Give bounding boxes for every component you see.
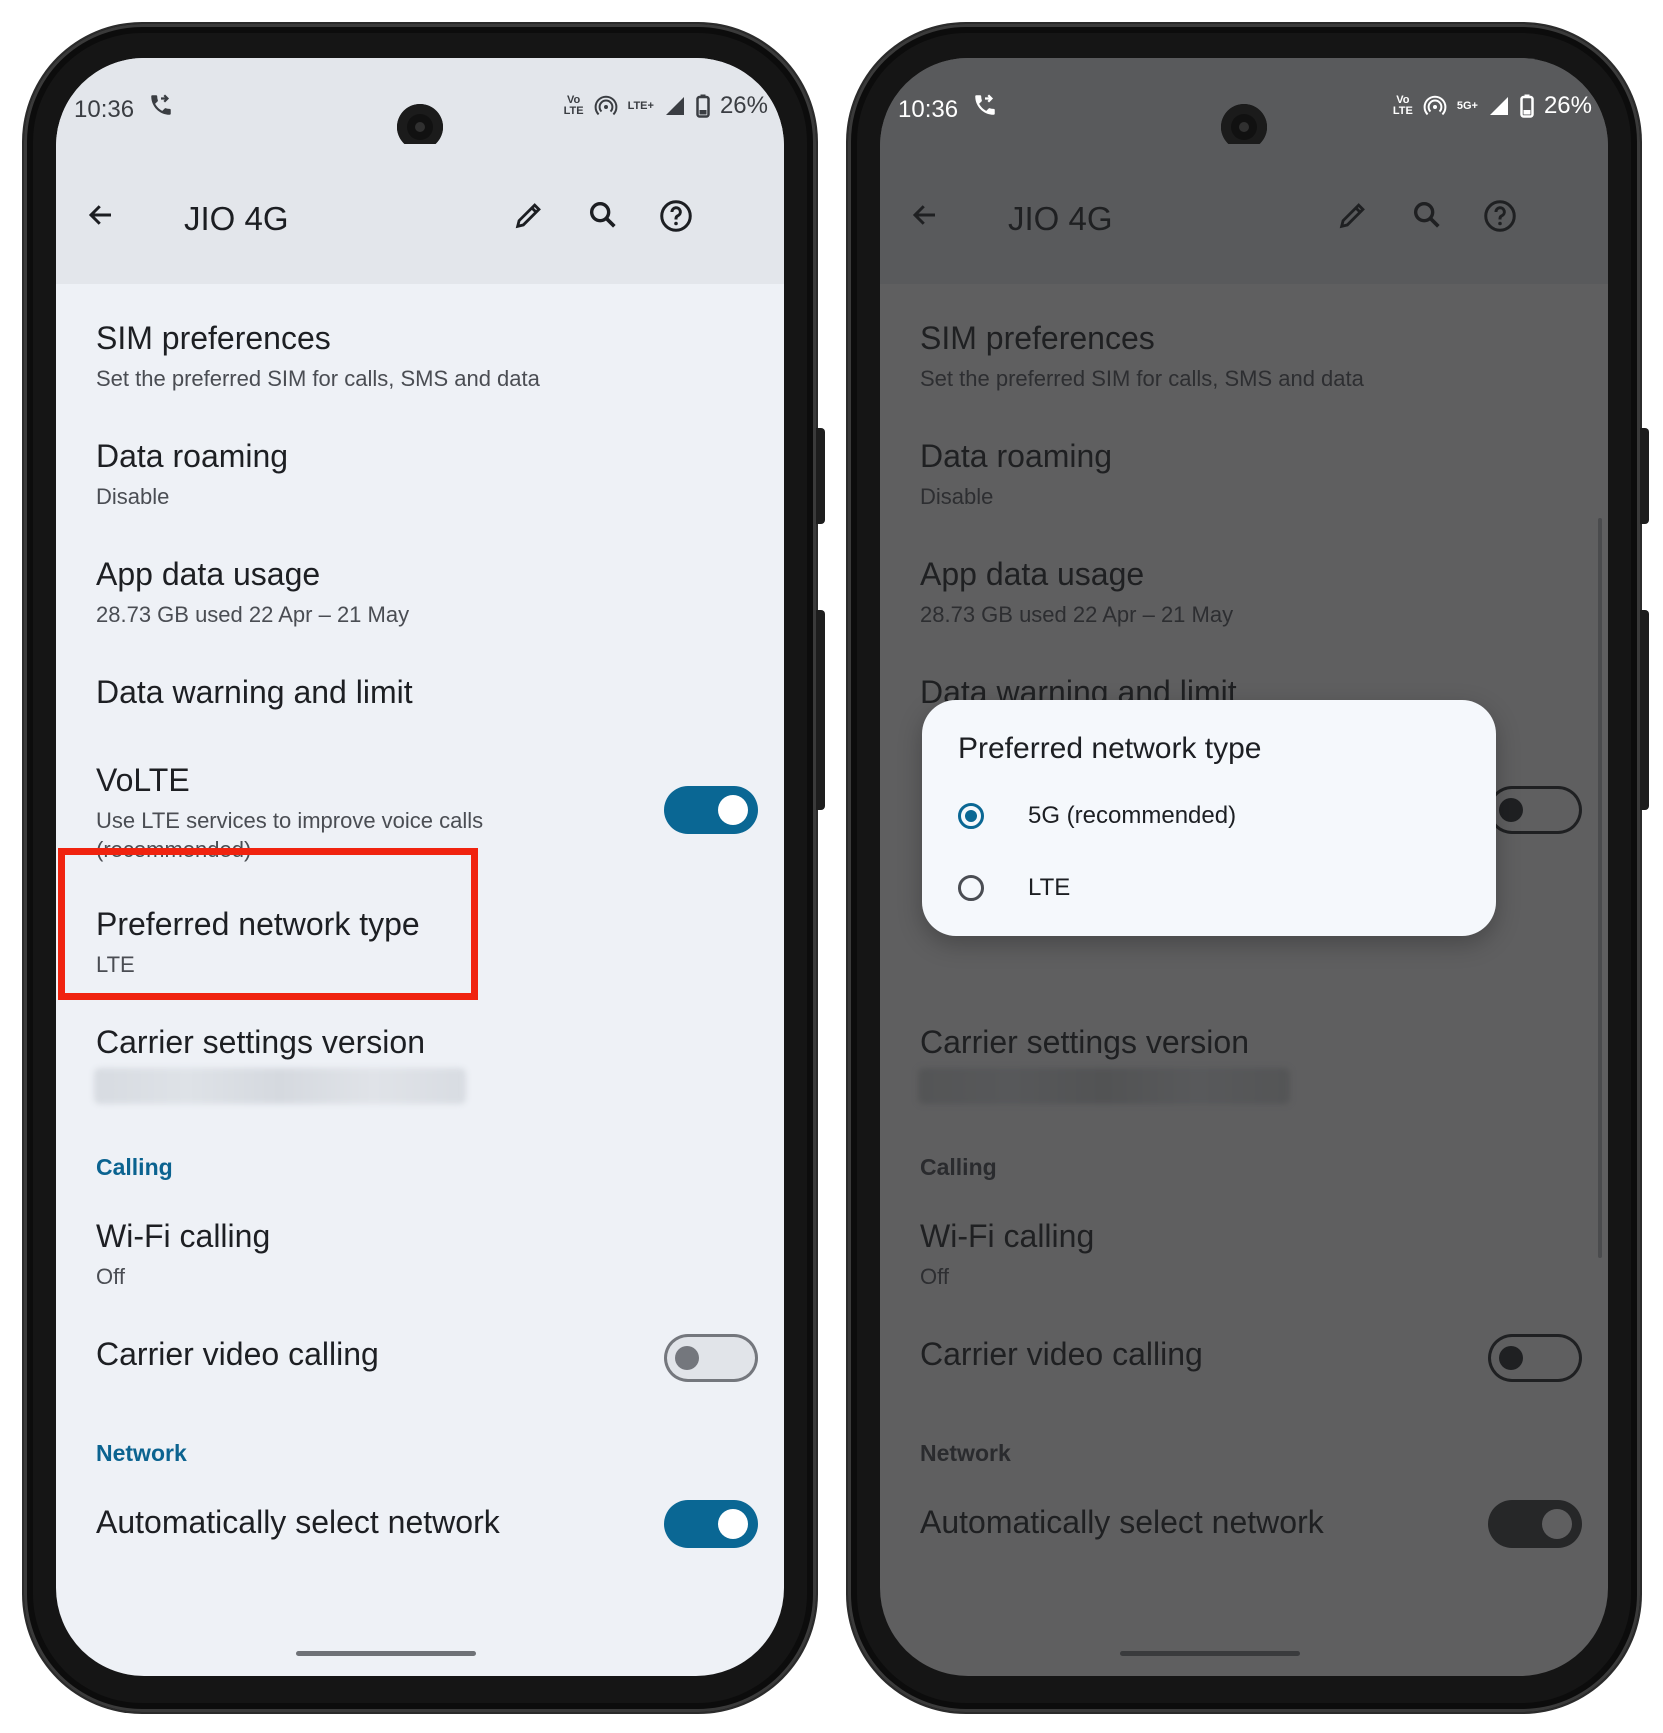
status-icons: Vo LTE 5G+ 26% [1393,92,1592,120]
status-icons: Vo LTE LTE+ 26% [564,92,768,120]
carrier-settings-item[interactable]: Carrier settings version [96,1024,425,1061]
status-time: 10:36 [898,96,959,123]
carrier-video-calling-item: Carrier video calling [920,1336,1203,1372]
carrier-settings-item: Carrier settings version [920,1024,1249,1060]
redacted-version [918,1068,1290,1104]
power-button [816,610,825,810]
sim-preferences-item[interactable]: SIM preferences Set the preferred SIM fo… [96,320,540,393]
radio-selected[interactable] [958,803,984,829]
battery-percent: 26% [719,92,768,119]
dialog-title: Preferred network type [958,732,1262,765]
back-arrow-icon[interactable] [86,200,116,230]
app-bar: JIO 4G [56,144,784,284]
call-forward-icon [151,94,171,115]
auto-select-network-item[interactable]: Automatically select network [96,1504,500,1541]
highlight-box [58,848,478,1000]
network-type-dialog: Preferred network type 5G (recommended) … [922,700,1496,936]
video-calling-toggle [1488,1334,1582,1382]
volume-button [1640,428,1649,524]
video-calling-toggle[interactable] [664,1334,758,1382]
redacted-version [94,1068,466,1104]
signal-icon [1489,97,1508,115]
status-bar: 10:36 Vo LTE 5G+ 26% [880,58,1608,150]
app-data-usage-item: App data usage 28.73 GB used 22 Apr – 21… [920,556,1234,627]
volte-toggle [1488,786,1582,834]
home-indicator [1120,1651,1300,1656]
section-calling: Calling [96,1154,173,1180]
volte-indicator: Vo LTE [1392,94,1413,117]
power-button [1640,610,1649,810]
wifi-calling-item[interactable]: Wi-Fi calling Off [96,1218,270,1291]
auto-select-network-item: Automatically select network [920,1504,1324,1540]
home-indicator[interactable] [296,1651,476,1656]
auto-select-toggle [1488,1500,1582,1548]
option-lte[interactable]: LTE [958,868,1070,908]
auto-select-toggle[interactable] [664,1500,758,1548]
carrier-video-calling-item[interactable]: Carrier video calling [96,1336,379,1373]
app-bar: JIO 4G [880,144,1608,284]
hotspot-icon [1423,95,1447,116]
search-icon[interactable] [586,198,620,232]
back-arrow-icon[interactable] [910,200,940,230]
screen-left: 10:36 Vo LTE LTE+ 26% JIO 4G SIM prefere… [56,58,784,1676]
sim-preferences-item: SIM preferences Set the preferred SIM fo… [920,320,1364,391]
status-bar: 10:36 Vo LTE LTE+ 26% [56,58,784,150]
volte-indicator: Vo LTE [563,94,584,117]
help-icon[interactable] [1482,198,1518,234]
battery-icon [696,94,710,118]
section-calling: Calling [920,1154,997,1180]
data-warning-item[interactable]: Data warning and limit [96,674,413,711]
data-roaming-item: Data roaming Disable [920,438,1113,509]
battery-icon [1520,94,1534,118]
screen-right: 10:36 Vo LTE 5G+ 26% JIO 4G SIM preferen… [880,58,1608,1676]
edit-icon[interactable] [1336,198,1370,232]
help-icon[interactable] [658,198,694,234]
phone-right: 10:36 Vo LTE 5G+ 26% JIO 4G SIM preferen… [848,24,1649,1712]
battery-percent: 26% [1543,92,1592,119]
section-network: Network [920,1440,1011,1466]
network-type-indicator: 5G+ [1456,99,1478,112]
call-forward-icon [975,94,995,115]
volte-toggle[interactable] [664,786,758,834]
radio-unselected[interactable] [958,875,984,901]
phone-left: 10:36 Vo LTE LTE+ 26% JIO 4G SIM prefere… [24,24,825,1712]
edit-icon[interactable] [512,198,546,232]
section-network: Network [96,1440,187,1466]
wifi-calling-item: Wi-Fi calling Off [920,1218,1095,1289]
page-title: JIO 4G [1008,200,1113,237]
network-type-indicator: LTE+ [627,99,654,112]
signal-icon [665,97,684,115]
scroll-indicator [1598,518,1602,1258]
hotspot-icon [594,95,617,116]
page-title: JIO 4G [184,200,289,237]
app-data-usage-item[interactable]: App data usage 28.73 GB used 22 Apr – 21… [96,556,409,629]
volume-button [816,428,825,524]
option-5g[interactable]: 5G (recommended) [958,796,1236,836]
status-time: 10:36 [74,96,135,123]
data-roaming-item[interactable]: Data roaming Disable [96,438,288,511]
search-icon[interactable] [1410,198,1444,232]
